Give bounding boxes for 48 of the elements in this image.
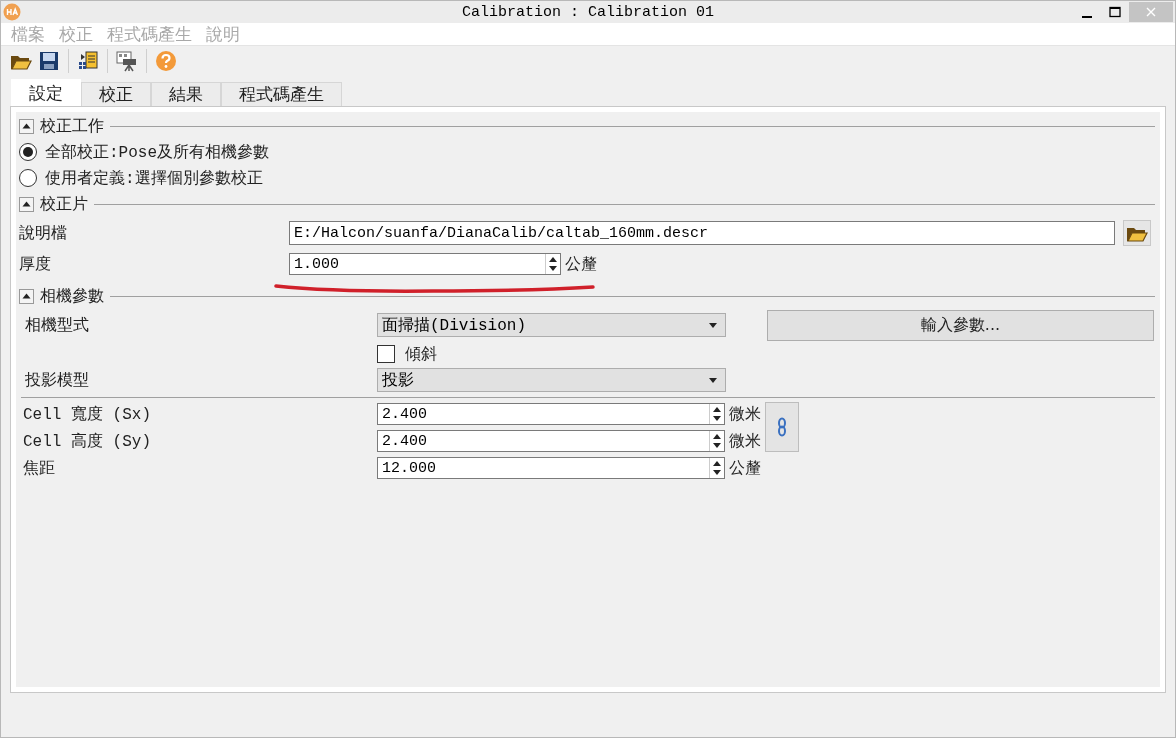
tab[interactable]: 結果 xyxy=(151,82,221,106)
field-label: 相機型式 xyxy=(25,314,90,336)
link-toggle-button[interactable] xyxy=(765,402,799,452)
import-parameters-button[interactable]: 輸入參數... xyxy=(767,309,1154,341)
field-label: 焦距 xyxy=(23,458,56,479)
dropdown[interactable]: 投影 xyxy=(377,368,726,392)
section-title: 校正工作 xyxy=(40,115,104,137)
chain-link-icon xyxy=(777,417,787,437)
unit-label: 公釐 xyxy=(729,457,761,479)
caret-icon xyxy=(709,377,717,383)
dropdown[interactable]: 面掃描(Division) xyxy=(377,313,726,337)
number-field[interactable]: 2.400 xyxy=(377,430,725,452)
tab[interactable]: 設定 xyxy=(11,79,81,106)
up-triangle-icon xyxy=(22,123,31,129)
unit-label: 微米 xyxy=(729,403,761,425)
number-field[interactable]: 12.000 xyxy=(377,457,725,479)
window-title: Calibration : Calibration 01 xyxy=(462,3,714,21)
maximize-icon xyxy=(1109,6,1121,18)
field-label: Cell 寬度 (Sx) xyxy=(23,404,152,425)
browse-button[interactable] xyxy=(1123,220,1151,246)
collapse-button[interactable] xyxy=(19,118,34,134)
number-field[interactable]: 1.000 xyxy=(289,253,561,275)
file-path-field[interactable]: E:/Halcon/suanfa/DianaCalib/caltab_160mm.descr xyxy=(289,221,1115,245)
app-logo-icon xyxy=(3,3,21,21)
checkbox[interactable] xyxy=(377,345,395,363)
collapse-button[interactable] xyxy=(19,196,34,212)
tab[interactable]: 程式碼產生 xyxy=(221,82,342,106)
radio-option[interactable]: 全部校正:Pose及所有相機參數 xyxy=(19,139,1155,165)
camera-tripod-button[interactable] xyxy=(115,49,139,73)
unit-label: 公釐 xyxy=(565,253,597,275)
unit-label: 微米 xyxy=(729,430,761,452)
collapse-button[interactable] xyxy=(19,288,34,304)
field-label: 投影模型 xyxy=(25,369,90,391)
tab[interactable]: 校正 xyxy=(81,82,151,106)
number-field[interactable]: 2.400 xyxy=(377,403,725,425)
field-label: 說明檔 xyxy=(19,222,68,244)
close-icon xyxy=(1145,6,1157,18)
section-title: 校正片 xyxy=(40,193,88,215)
minimize-icon xyxy=(1082,16,1092,18)
field-label: 厚度 xyxy=(19,253,52,275)
up-triangle-icon xyxy=(22,201,31,207)
checkbox-label: 傾斜 xyxy=(405,343,437,365)
save-button[interactable] xyxy=(37,49,61,73)
caret-icon xyxy=(709,322,717,328)
radio-option[interactable]: 使用者定義:選擇個別參數校正 xyxy=(19,165,1155,191)
field-label: Cell 高度 (Sy) xyxy=(23,431,152,452)
section-title: 相機參數 xyxy=(40,285,104,307)
up-triangle-icon xyxy=(22,293,31,299)
